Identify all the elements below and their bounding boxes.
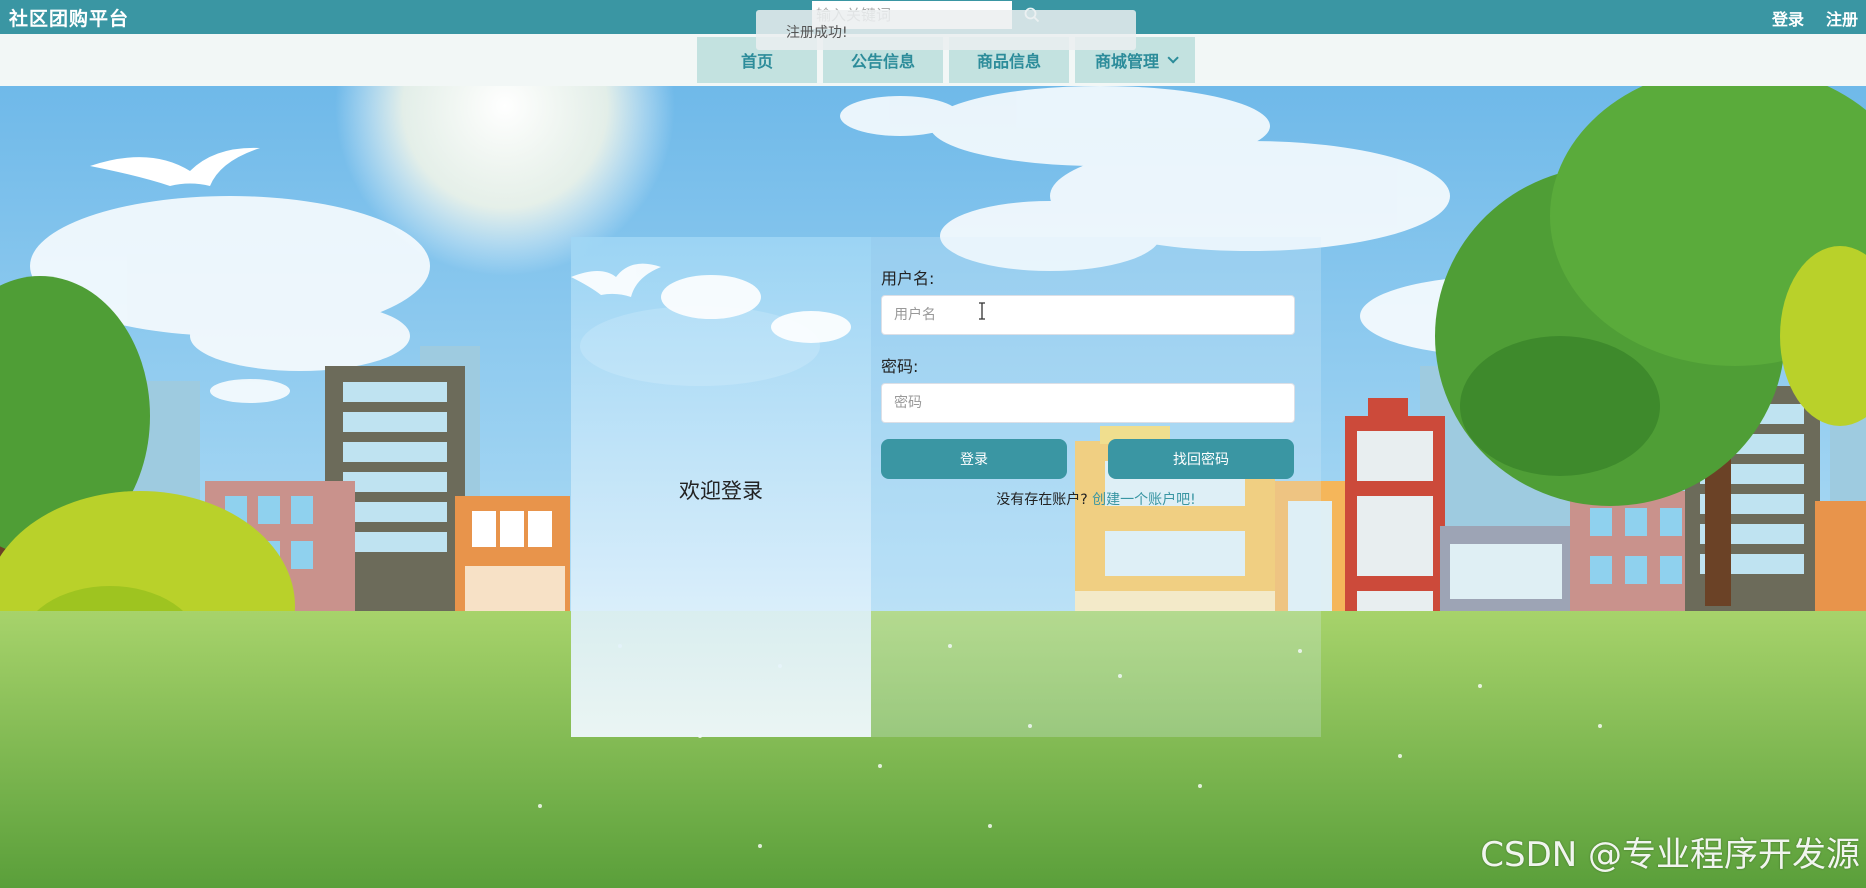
- success-toast: 注册成功!: [756, 10, 1136, 50]
- login-form-panel: 用户名: 密码: 登录 找回密码 没有存在账户? 创建一个账户吧!: [871, 237, 1321, 737]
- header-register-link[interactable]: 注册: [1826, 6, 1858, 30]
- account-links: 登录 注册: [1772, 6, 1858, 30]
- text-cursor-icon: [979, 302, 985, 320]
- header-login-link[interactable]: 登录: [1772, 6, 1804, 30]
- chevron-down-icon: [1167, 52, 1179, 64]
- login-button[interactable]: 登录: [881, 439, 1067, 479]
- nav-item-label: 商城管理: [1094, 52, 1159, 71]
- login-welcome-panel: 欢迎登录: [571, 237, 871, 737]
- nav-item-label: 首页: [740, 52, 773, 71]
- forgot-password-button[interactable]: 找回密码: [1108, 439, 1294, 479]
- nav-item-label: 商品信息: [976, 52, 1041, 71]
- welcome-title: 欢迎登录: [679, 479, 763, 503]
- toast-message: 注册成功!: [786, 25, 848, 41]
- watermark-text: CSDN @专业程序开发源: [1480, 835, 1860, 875]
- nav-item-label: 公告信息: [850, 52, 915, 71]
- create-account-link[interactable]: 创建一个账户吧!: [1092, 492, 1196, 508]
- no-account-text: 没有存在账户?: [996, 492, 1088, 508]
- password-input[interactable]: [881, 383, 1295, 423]
- register-prompt: 没有存在账户? 创建一个账户吧!: [871, 489, 1321, 509]
- username-input[interactable]: [881, 295, 1295, 335]
- password-label: 密码:: [881, 357, 919, 376]
- bird-decoration-icon: [571, 263, 851, 343]
- username-label: 用户名:: [881, 269, 935, 288]
- site-brand-title[interactable]: 社区团购平台: [9, 4, 129, 31]
